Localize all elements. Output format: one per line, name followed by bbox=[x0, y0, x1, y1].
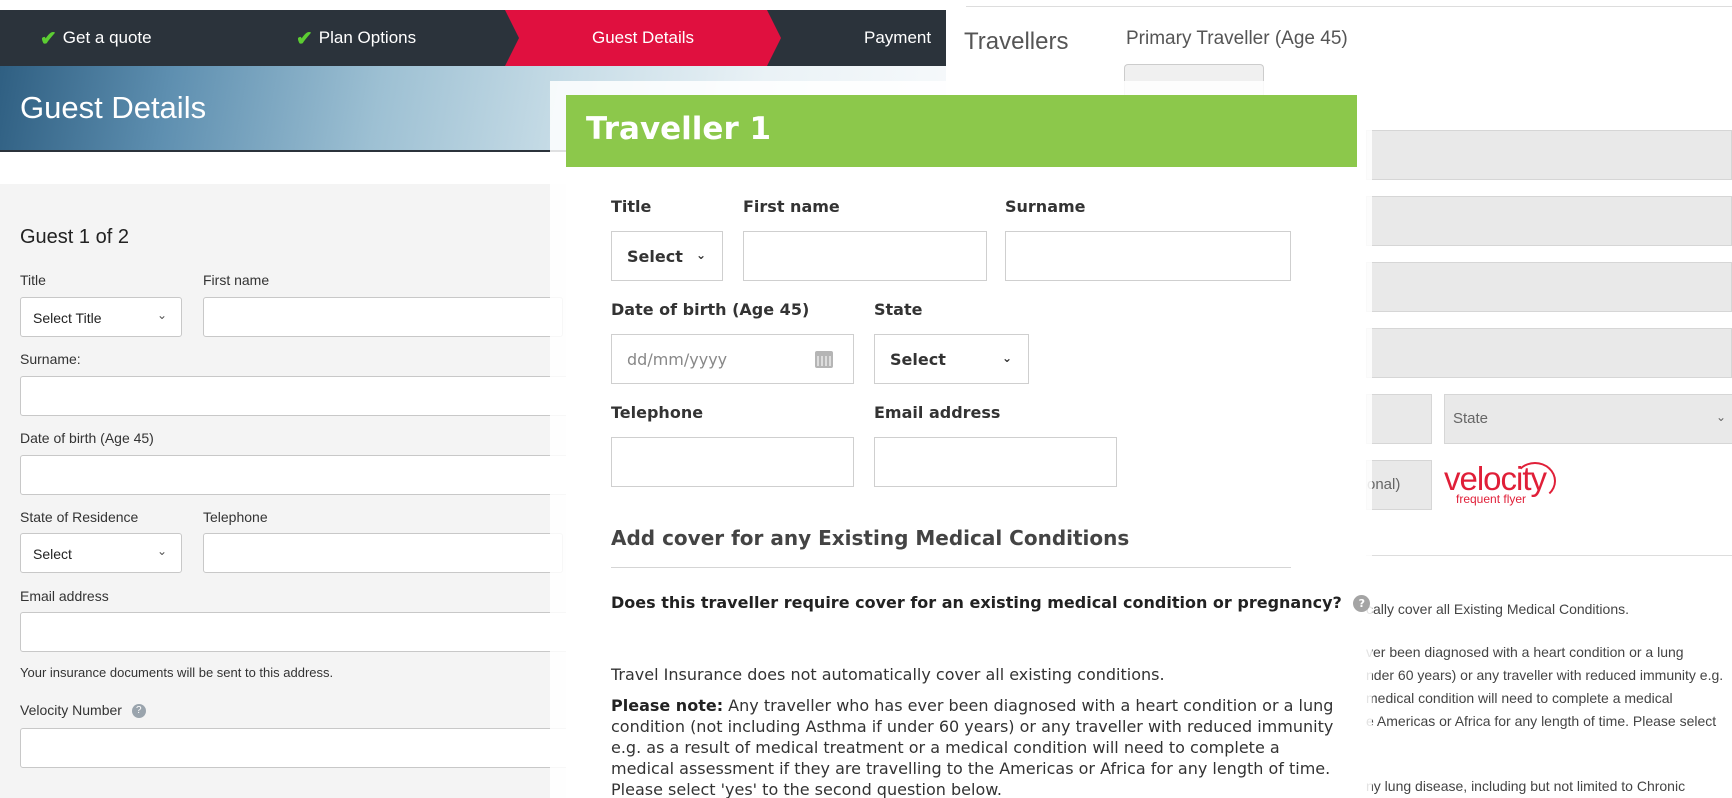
calendar-icon[interactable] bbox=[815, 351, 833, 368]
info-text: ver been diagnosed with a heart conditio… bbox=[1366, 644, 1684, 660]
surname-label: Surname: bbox=[20, 351, 81, 367]
email-input[interactable] bbox=[20, 612, 580, 652]
field-bar[interactable] bbox=[1366, 196, 1732, 246]
step-payment[interactable]: Payment bbox=[864, 10, 931, 66]
step-label: Plan Options bbox=[318, 28, 417, 47]
modal-title: Traveller 1 bbox=[586, 111, 772, 147]
note-line: e.g. as a result of medical treatment or… bbox=[611, 738, 1280, 757]
check-icon: ✔ bbox=[296, 27, 313, 50]
modal-header: Traveller 1 bbox=[566, 95, 1357, 167]
step-label: Payment bbox=[864, 28, 932, 47]
info-text: ny lung disease, including but not limit… bbox=[1366, 778, 1686, 794]
title-label: Title bbox=[20, 272, 46, 288]
email-label: Email address bbox=[20, 588, 109, 604]
field-bar[interactable] bbox=[1366, 328, 1732, 378]
title-select[interactable]: Select Title ⌄ bbox=[20, 297, 182, 337]
state-select-value: Select bbox=[890, 350, 946, 369]
velocity-label-text: Velocity Number bbox=[20, 702, 122, 718]
note-line: Please select 'yes' to the second questi… bbox=[611, 780, 1002, 798]
step-label: Get a quote bbox=[62, 28, 152, 47]
primary-traveller-heading: Primary Traveller (Age 45) bbox=[1126, 28, 1348, 49]
chevron-down-icon: ⌄ bbox=[1001, 351, 1012, 365]
email-input[interactable] bbox=[874, 437, 1117, 487]
dob-input[interactable]: dd/mm/yyyy bbox=[611, 334, 854, 384]
telephone-input[interactable] bbox=[203, 533, 563, 573]
dob-label: Date of birth (Age 45) bbox=[20, 430, 154, 446]
note-label: Please note: bbox=[611, 696, 724, 715]
divider bbox=[1366, 555, 1732, 556]
state-select[interactable]: State ⌄ bbox=[1444, 394, 1732, 444]
first-name-input[interactable] bbox=[743, 231, 987, 281]
velocity-logo-sub: frequent flyer bbox=[1456, 492, 1527, 506]
optional-fragment: onal) bbox=[1367, 476, 1401, 493]
info-text: Travel Insurance does not automatically … bbox=[611, 665, 1165, 684]
step-label: Guest Details bbox=[591, 28, 695, 47]
field-box[interactable] bbox=[1366, 394, 1432, 444]
telephone-label: Telephone bbox=[611, 403, 704, 422]
telephone-input[interactable] bbox=[611, 437, 854, 487]
velocity-label: Velocity Number ? bbox=[20, 702, 146, 719]
help-icon[interactable]: ? bbox=[1353, 595, 1371, 612]
guest-heading: Guest 1 of 2 bbox=[20, 226, 129, 248]
travellers-heading: Travellers bbox=[964, 28, 1069, 55]
info-text: e Americas or Africa for any length of t… bbox=[1366, 713, 1717, 729]
note-line: Please note: Any traveller who has ever … bbox=[611, 695, 1333, 716]
info-text: nder 60 years) or any traveller with red… bbox=[1366, 667, 1724, 683]
state-select[interactable]: Select ⌄ bbox=[20, 533, 182, 573]
dob-input[interactable] bbox=[20, 455, 580, 495]
state-label: State of Residence bbox=[20, 509, 139, 525]
surname-label: Surname bbox=[1005, 197, 1086, 216]
email-label: Email address bbox=[874, 403, 1001, 422]
info-text: medical condition will need to complete … bbox=[1366, 690, 1673, 706]
optional-field[interactable]: onal) bbox=[1366, 460, 1432, 510]
chevron-down-icon: ⌄ bbox=[695, 248, 706, 262]
telephone-label: Telephone bbox=[203, 509, 268, 525]
note-line: medical assessment if they are travellin… bbox=[611, 759, 1331, 778]
medical-section-heading: Add cover for any Existing Medical Condi… bbox=[611, 526, 1130, 550]
step-guest-details[interactable]: Guest Details bbox=[505, 10, 781, 66]
state-select-value: State bbox=[1453, 410, 1489, 427]
email-note: Your insurance documents will be sent to… bbox=[20, 665, 334, 680]
chevron-down-icon: ⌄ bbox=[156, 544, 167, 558]
first-name-label: First name bbox=[203, 272, 270, 288]
page-title: Guest Details bbox=[20, 90, 207, 125]
step-plan-options[interactable]: ✔ Plan Options bbox=[296, 10, 416, 66]
note-line: condition (not including Asthma if under… bbox=[611, 717, 1334, 736]
title-select[interactable]: Select ⌄ bbox=[611, 231, 723, 281]
chevron-down-icon: ⌄ bbox=[1715, 410, 1726, 424]
step-get-a-quote[interactable]: ✔ Get a quote bbox=[40, 10, 152, 66]
state-select[interactable]: Select ⌄ bbox=[874, 334, 1029, 384]
title-label: Title bbox=[611, 197, 652, 216]
divider bbox=[611, 567, 1291, 568]
title-select-value: Select bbox=[627, 247, 683, 266]
field-bar[interactable] bbox=[1366, 262, 1732, 312]
surname-input[interactable] bbox=[20, 376, 580, 416]
note-text: Any traveller who has ever been diagnose… bbox=[723, 696, 1334, 715]
medical-question-text: Does this traveller require cover for an… bbox=[611, 593, 1342, 612]
title-select-value: Select Title bbox=[33, 310, 102, 326]
velocity-input[interactable] bbox=[20, 728, 580, 768]
divider bbox=[966, 6, 1732, 7]
medical-question: Does this traveller require cover for an… bbox=[611, 593, 1371, 612]
velocity-logo: velocity frequent flyer bbox=[1444, 458, 1564, 508]
check-icon: ✔ bbox=[40, 27, 57, 50]
dob-placeholder: dd/mm/yyyy bbox=[627, 350, 728, 369]
field-bar[interactable] bbox=[1366, 130, 1732, 180]
state-label: State bbox=[874, 300, 923, 319]
first-name-input[interactable] bbox=[203, 297, 563, 337]
chevron-down-icon: ⌄ bbox=[156, 308, 167, 322]
dob-label: Date of birth (Age 45) bbox=[611, 300, 810, 319]
surname-input[interactable] bbox=[1005, 231, 1291, 281]
traveller-modal: Traveller 1 Title First name Surname Sel… bbox=[566, 95, 1371, 798]
help-icon[interactable]: ? bbox=[131, 704, 146, 719]
state-select-value: Select bbox=[33, 546, 72, 562]
first-name-label: First name bbox=[743, 197, 840, 216]
info-text: cally cover all Existing Medical Conditi… bbox=[1366, 601, 1629, 617]
progress-stepper: ✔ Get a quote ✔ Plan Options Guest Detai… bbox=[0, 10, 946, 66]
